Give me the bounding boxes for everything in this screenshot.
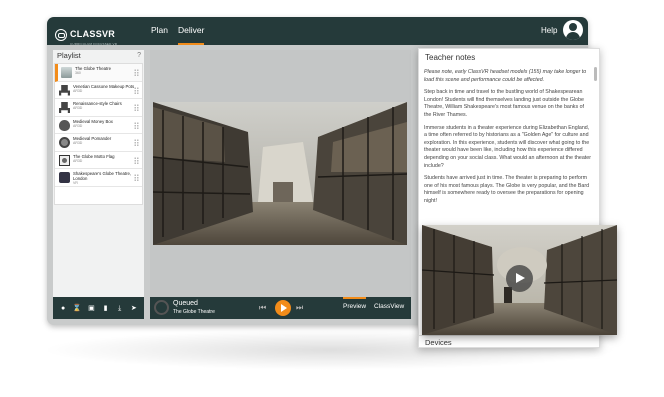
tab-plan[interactable]: Plan — [151, 25, 168, 44]
main-nav: Plan Deliver — [151, 25, 205, 45]
theatre-thumbnail-icon — [61, 67, 72, 78]
drag-handle-icon[interactable] — [134, 121, 139, 129]
chair-thumbnail-icon — [59, 102, 70, 113]
playlist-item-money-box[interactable]: Medieval Money Box AR3D — [55, 117, 142, 134]
pomander-thumbnail-icon — [59, 137, 70, 148]
notes-paragraph: Immerse students in a theater experience… — [424, 124, 591, 169]
drag-handle-icon[interactable] — [134, 86, 139, 94]
logo-text: CLASSVR — [70, 29, 116, 39]
tab-deliver[interactable]: Deliver — [178, 25, 205, 45]
playlist-item-renaissance-chairs[interactable]: Renaissance-style Chairs AR3D — [55, 99, 142, 117]
tab-classview[interactable]: ClassView — [374, 303, 404, 319]
play-button[interactable] — [275, 300, 291, 316]
notes-scrollbar[interactable] — [594, 67, 597, 81]
pot-thumbnail-icon — [59, 119, 70, 131]
notes-paragraph: Step back in time and travel to the bust… — [424, 89, 584, 118]
playlist-list: The Globe Theatre 360 Venetian Cassone M… — [54, 63, 143, 205]
devices-heading: Devices — [425, 338, 452, 347]
notes-warning: Please note, early ClassVR headset model… — [424, 69, 587, 83]
drag-handle-icon[interactable] — [134, 104, 139, 111]
hourglass-icon[interactable]: ⌛ — [73, 305, 82, 312]
drag-handle-icon[interactable] — [134, 139, 139, 146]
avatar-body — [566, 32, 580, 40]
preview-player — [150, 50, 411, 319]
vr-headset-icon — [55, 29, 67, 41]
vr-scene-preview[interactable] — [153, 102, 407, 245]
globe-thumbnail-icon — [59, 172, 70, 183]
teacher-notes-body: Please note, early ClassVR headset model… — [424, 69, 592, 211]
playlist-item-title: Shakespeare's Globe Theatre, London — [73, 171, 132, 181]
logo-subtitle: CURRICULUM FOCUSSED VR — [70, 42, 118, 46]
playlist-title: Playlist — [57, 51, 81, 60]
playlist-item-type: AR3D — [73, 158, 83, 163]
playlist-item-title: Venetian Cassone Makeup Pots — [73, 83, 135, 89]
classvr-logo[interactable]: CLASSVR CURRICULUM FOCUSSED VR — [55, 24, 117, 46]
playlist-help-icon[interactable]: ? — [137, 50, 141, 62]
drag-handle-icon[interactable] — [134, 156, 139, 164]
trash-icon[interactable]: ▮ — [101, 305, 110, 312]
drag-handle-icon[interactable] — [134, 174, 139, 181]
video-play-button[interactable] — [506, 265, 533, 292]
playlist-item-makeup-pots[interactable]: Venetian Cassone Makeup Pots AR3D — [55, 82, 142, 99]
flag-thumbnail-icon — [59, 154, 70, 166]
playlist-item-pomander[interactable]: Medieval Pomander AR3D — [55, 134, 142, 152]
loading-spinner-icon — [154, 300, 169, 315]
user-avatar-icon[interactable] — [563, 20, 583, 40]
playlist-item-type: AR3D — [73, 88, 83, 93]
skip-back-icon[interactable]: ⏮ — [259, 303, 266, 313]
playlist-item-type: 360 — [75, 71, 81, 75]
send-icon[interactable]: ➤ — [129, 305, 138, 312]
teacher-notes-title: Teacher notes — [425, 53, 476, 62]
playlist-item-type: AR3D — [73, 141, 83, 145]
screenshot-stage: CLASSVR CURRICULUM FOCUSSED VR Plan Deli… — [0, 0, 664, 397]
playlist-panel: Playlist ? The Globe Theatre 360 Venetia… — [53, 50, 144, 319]
playlist-item-globe-theatre[interactable]: The Globe Theatre 360 — [55, 64, 142, 82]
video-preview[interactable] — [422, 225, 617, 335]
queue-status: Queued — [173, 300, 198, 307]
user-icon[interactable]: ● — [59, 305, 68, 312]
help-link[interactable]: Help — [541, 26, 557, 35]
save-icon[interactable]: ▣ — [87, 305, 96, 312]
logo-wordmark: CLASSVR CURRICULUM FOCUSSED VR — [70, 24, 118, 47]
divider — [419, 335, 599, 336]
avatar-head — [569, 23, 577, 31]
playlist-item-type: AR3D — [73, 106, 83, 110]
playlist-item-type: AR3D — [73, 123, 83, 128]
tab-preview[interactable]: Preview — [343, 297, 367, 319]
notes-paragraph: Students have arrived just in time. The … — [424, 175, 590, 204]
download-icon[interactable]: ⤓ — [115, 305, 124, 312]
top-navigation-bar: CLASSVR CURRICULUM FOCUSSED VR Plan Deli… — [47, 17, 588, 46]
drag-handle-icon[interactable] — [134, 69, 139, 76]
globe-theatre-street-image — [153, 102, 407, 245]
playlist-toolbar: ● ⌛ ▣ ▮ ⤓ ➤ — [53, 297, 144, 319]
player-control-bar: Queued The Globe Theatre ⏮ ⏭ Preview Cla… — [150, 297, 411, 319]
playlist-item-globe-london[interactable]: Shakespeare's Globe Theatre, London VR — [55, 169, 142, 187]
now-playing-title: The Globe Theatre — [173, 309, 215, 315]
chair-thumbnail-icon — [59, 84, 70, 96]
playlist-item-type: VR — [73, 181, 78, 185]
skip-forward-icon[interactable]: ⏭ — [296, 303, 303, 313]
playlist-item-motto-flag[interactable]: The Globe Motto Flag AR3D — [55, 152, 142, 169]
